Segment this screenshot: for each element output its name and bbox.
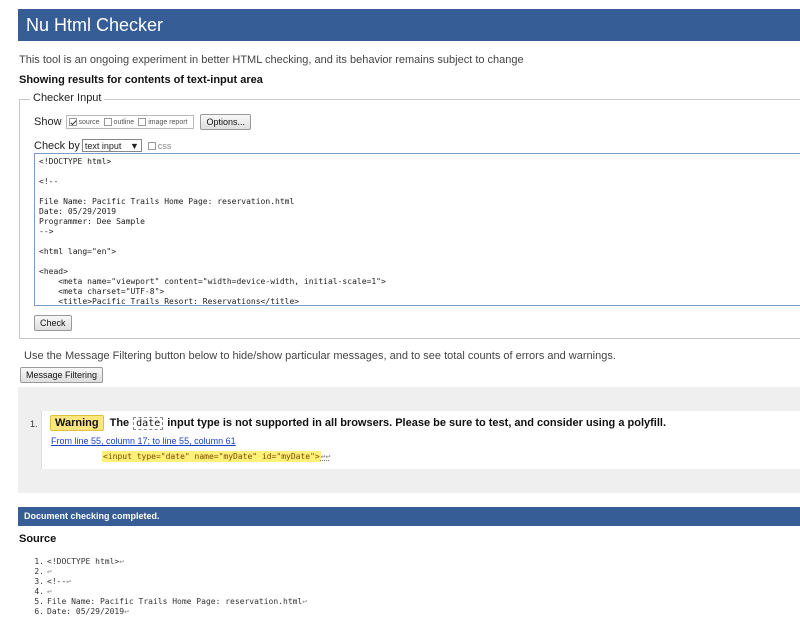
show-options: source outline image report bbox=[65, 115, 195, 129]
option-source-label: source bbox=[78, 118, 100, 126]
textarea-line: <meta name="viewport" content="width=dev… bbox=[39, 277, 386, 286]
app-header: Nu Html Checker bbox=[18, 9, 800, 41]
textarea-line: <meta charset="UTF-8"> bbox=[39, 287, 165, 296]
line-end-icon: ↩ bbox=[66, 577, 72, 586]
check-by-value: text input bbox=[84, 140, 122, 151]
css-option[interactable]: css bbox=[147, 140, 172, 151]
textarea-line: <title>Pacific Trails Resort: Reservatio… bbox=[39, 297, 300, 306]
app-title: Nu Html Checker bbox=[26, 15, 164, 35]
textarea-line: <!DOCTYPE html> bbox=[39, 157, 112, 166]
source-checkbox[interactable] bbox=[68, 118, 77, 126]
line-end-icon: ↩ bbox=[119, 557, 125, 566]
line-end-icon: ↩ bbox=[47, 567, 52, 576]
textarea-line: File Name: Pacific Trails Home Page: res… bbox=[39, 197, 295, 206]
options-button[interactable]: Options... bbox=[200, 114, 252, 130]
source-line-text: Date: 05/29/2019 bbox=[47, 607, 125, 616]
textarea-line: <html lang="en"> bbox=[39, 247, 117, 256]
extract-tail: ↩↩ bbox=[320, 452, 331, 461]
checker-input-legend: Checker Input bbox=[30, 92, 105, 104]
source-line-number: 3. bbox=[34, 577, 44, 586]
chevron-down-icon: ▼ bbox=[129, 140, 139, 151]
source-heading: Source bbox=[19, 533, 57, 545]
source-list: 1. <!DOCTYPE html> ↩ 2. ↩ 3. <!-- ↩ 4. ↩ 5. File Na… bbox=[30, 557, 307, 617]
source-line-text: File Name: Pacific Trails Home Page: res… bbox=[47, 597, 303, 606]
source-textarea[interactable]: <!DOCTYPE html> <!-- File Name: Pacific … bbox=[34, 153, 800, 306]
message-item: 1. Warning The date input type is not su… bbox=[30, 411, 800, 469]
show-label: Show bbox=[34, 116, 62, 128]
textarea-line bbox=[39, 167, 800, 177]
line-end-icon: ↩ bbox=[302, 597, 308, 606]
message-text: Warning The date input type is not suppo… bbox=[50, 415, 666, 431]
option-image-report[interactable]: image report bbox=[138, 118, 187, 126]
textarea-line: <!-- bbox=[39, 177, 59, 186]
textarea-line bbox=[39, 237, 800, 247]
textarea-line bbox=[39, 187, 800, 197]
extract-highlight: <input type="date" name="myDate" id="myD… bbox=[102, 451, 321, 462]
textarea-line: <head> bbox=[39, 267, 68, 276]
check-by-row: Check by text input ▼ css bbox=[34, 139, 171, 152]
textarea-line: --> bbox=[39, 227, 54, 236]
source-line-number: 6. bbox=[34, 607, 44, 616]
line-end-icon: ↩ bbox=[47, 587, 52, 596]
textarea-line bbox=[39, 257, 800, 267]
source-line: 1. <!DOCTYPE html> ↩ bbox=[30, 557, 307, 567]
warning-badge: Warning bbox=[50, 415, 104, 431]
source-line-number: 1. bbox=[34, 557, 44, 566]
results-panel: 1. Warning The date input type is not su… bbox=[18, 387, 800, 493]
line-end-icon: ↩ bbox=[124, 607, 129, 616]
source-line-text: <!DOCTYPE html> bbox=[47, 557, 120, 566]
show-row: Show source outline image report Options… bbox=[34, 114, 252, 130]
option-outline-label: outline bbox=[113, 118, 135, 126]
check-button[interactable]: Check bbox=[34, 315, 72, 331]
message-extract: <input type="date" name="myDate" id="myD… bbox=[102, 451, 331, 462]
source-line: 2. ↩ bbox=[30, 567, 307, 577]
message-number: 1. bbox=[30, 419, 38, 429]
message-code: date bbox=[133, 416, 164, 430]
image-report-checkbox[interactable] bbox=[138, 118, 147, 126]
completed-banner: Document checking completed. bbox=[18, 507, 800, 526]
source-line-text: <!-- bbox=[47, 577, 67, 586]
message-text-after: input type is not supported in all brows… bbox=[167, 417, 667, 429]
showing-results-heading: Showing results for contents of text-inp… bbox=[19, 74, 263, 86]
tagline: This tool is an ongoing experiment in be… bbox=[19, 54, 524, 66]
check-by-label: Check by bbox=[34, 139, 80, 152]
outline-checkbox[interactable] bbox=[103, 118, 112, 126]
option-outline[interactable]: outline bbox=[103, 118, 135, 126]
checker-input-fieldset: Checker Input Show source outline image … bbox=[19, 92, 800, 339]
source-line: 4. ↩ bbox=[30, 587, 307, 597]
source-line-number: 4. bbox=[34, 587, 44, 596]
message-text-before: The bbox=[109, 417, 130, 429]
message-filtering-button[interactable]: Message Filtering bbox=[20, 367, 104, 383]
source-line-number: 5. bbox=[34, 597, 44, 606]
option-image-report-label: image report bbox=[148, 118, 188, 126]
textarea-line: Date: 05/29/2019 bbox=[39, 207, 117, 216]
source-line: 3. <!-- ↩ bbox=[30, 577, 307, 587]
source-line: 6. Date: 05/29/2019 ↩ bbox=[30, 607, 307, 617]
source-line-number: 2. bbox=[34, 567, 44, 576]
filter-info: Use the Message Filtering button below t… bbox=[24, 350, 616, 362]
message-location-link[interactable]: From line 55, column 17; to line 55, col… bbox=[51, 436, 236, 446]
css-label: css bbox=[157, 140, 172, 151]
source-line: 5. File Name: Pacific Trails Home Page: r… bbox=[30, 597, 307, 607]
option-source[interactable]: source bbox=[68, 118, 100, 126]
check-by-select[interactable]: text input ▼ bbox=[81, 139, 142, 152]
textarea-line: Programmer: Dee Sample bbox=[39, 217, 145, 226]
css-checkbox[interactable] bbox=[147, 141, 156, 150]
